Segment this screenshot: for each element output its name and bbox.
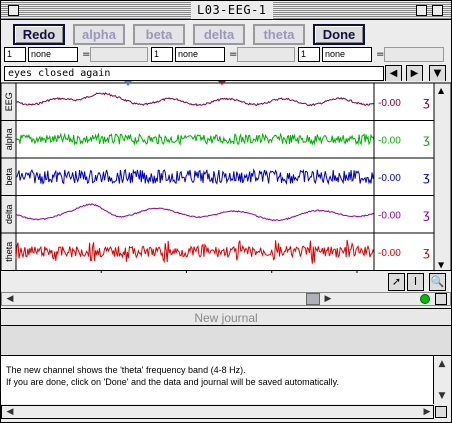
alpha-button[interactable]: alpha [73, 24, 125, 45]
channel-number-2[interactable]: 1 [151, 47, 173, 62]
channel-label-EEG: EEG [4, 92, 14, 111]
chart-scroll-up-icon[interactable]: ▲ [438, 86, 445, 95]
zoom-box-icon[interactable] [416, 5, 427, 16]
channel-number-3[interactable]: 1 [298, 47, 320, 62]
scale-icon-theta[interactable]: ʒ [423, 245, 430, 259]
theta-button[interactable]: theta [253, 24, 305, 45]
journal-title: New journal [1, 308, 451, 326]
journal-line-1: The new channel shows the 'theta' freque… [6, 365, 246, 375]
eeg-chart: EEG -0.00 ʒ alpha -0.00 ʒ beta -0.00 ʒ delta -0.00… [1, 81, 451, 273]
result-field-3 [384, 47, 444, 62]
channel-number-1[interactable]: 1 [4, 47, 26, 62]
previous-marker-button[interactable]: ◀ [385, 65, 402, 82]
chart-vertical-scrollbar[interactable] [433, 82, 451, 271]
scale-icon-beta[interactable]: ʒ [423, 170, 430, 184]
journal-scroll-left-icon[interactable]: ◀ [4, 406, 16, 418]
journal-vertical-scrollbar[interactable]: ▲ ▼ [434, 356, 451, 404]
beta-button[interactable]: beta [133, 24, 185, 45]
annotation-field[interactable]: eyes closed again [4, 66, 384, 81]
result-field-1 [90, 47, 148, 62]
readout-EEG: -0.00 [378, 98, 401, 109]
function-select-3[interactable]: none [322, 47, 372, 62]
journal-text-area[interactable]: The new channel shows the 'theta' freque… [1, 356, 434, 404]
journal-line-2: If you are done, click on 'Done' and the… [6, 377, 339, 387]
channel-label-alpha: alpha [4, 128, 14, 150]
readout-delta: -0.00 [378, 210, 401, 221]
result-field-2 [237, 47, 295, 62]
channel-label-theta: theta [4, 242, 14, 262]
redo-button[interactable]: Redo [13, 24, 65, 45]
scroll-down-icon[interactable]: ▼ [436, 390, 448, 402]
title-bar[interactable]: L03-EEG-1 [1, 1, 451, 20]
journal-toolbar-area [1, 326, 451, 356]
readout-beta: -0.00 [378, 173, 401, 184]
scroll-right-icon[interactable]: ▶ [322, 293, 334, 305]
close-box-icon[interactable] [8, 5, 19, 16]
chart-scroll-down-icon[interactable]: ▼ [438, 261, 445, 270]
readout-theta: -0.00 [378, 248, 401, 259]
collapse-box-icon[interactable] [432, 5, 443, 16]
channel-label-beta: beta [4, 168, 14, 186]
journal-scroll-right-icon[interactable]: ▶ [421, 406, 433, 418]
arrow-pointer-icon[interactable]: ➚ [388, 273, 405, 291]
scale-icon-delta[interactable]: ʒ [423, 207, 430, 221]
main-window: L03-EEG-1 Redo alpha beta delta theta Do… [0, 0, 452, 423]
journal-resize-icon[interactable] [435, 406, 447, 418]
function-select-1[interactable]: none [28, 47, 78, 62]
scroll-left-icon[interactable]: ◀ [4, 293, 16, 305]
done-button[interactable]: Done [313, 24, 365, 45]
scroll-up-icon[interactable]: ▲ [436, 358, 448, 370]
journal-horizontal-scrollbar[interactable] [1, 405, 434, 419]
track-delta[interactable] [15, 195, 375, 234]
marker-menu-button[interactable]: ▼ [429, 65, 446, 82]
i-beam-icon[interactable]: I [407, 273, 424, 291]
scale-icon-alpha[interactable]: ʒ [423, 132, 430, 146]
delta-button[interactable]: delta [193, 24, 245, 45]
scrollbar-thumb[interactable] [306, 293, 320, 305]
channel-label-delta: delta [4, 204, 14, 224]
function-select-2[interactable]: none [175, 47, 225, 62]
window-title: L03-EEG-1 [191, 2, 273, 19]
track-EEG[interactable] [15, 82, 375, 121]
scale-icon-EEG[interactable]: ʒ [423, 95, 430, 109]
next-marker-button[interactable]: ▶ [406, 65, 423, 82]
horizontal-scrollbar[interactable] [1, 292, 451, 306]
readout-alpha: -0.00 [378, 135, 401, 146]
green-status-icon [420, 294, 430, 304]
magnifier-icon[interactable]: 🔍 [429, 273, 446, 291]
split-view-icon[interactable] [435, 293, 447, 305]
